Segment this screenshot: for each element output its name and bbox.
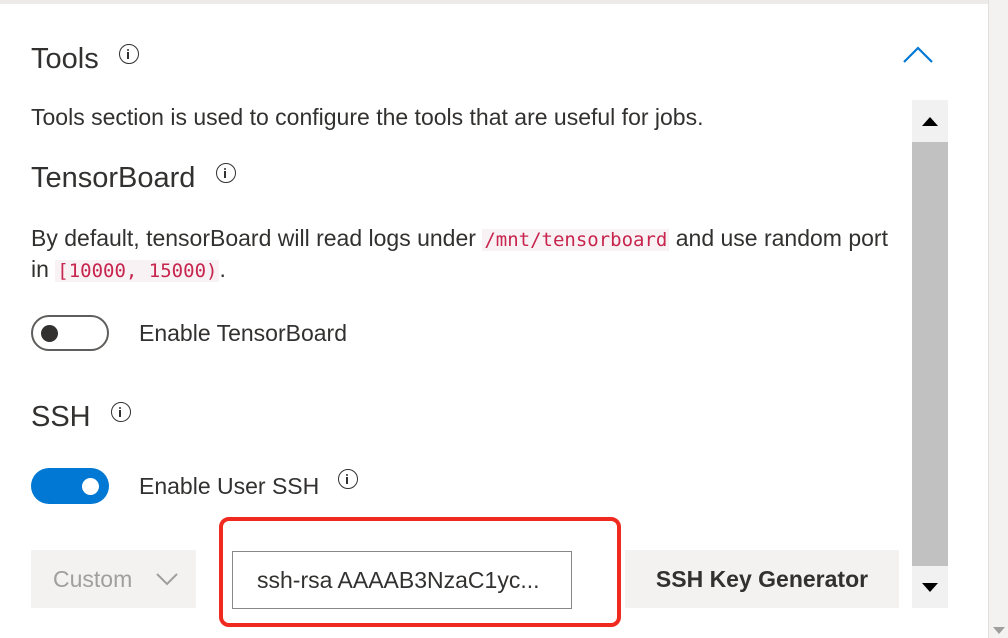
- enable-user-ssh-toggle[interactable]: [31, 468, 109, 504]
- tools-section-title: Tools: [31, 40, 139, 78]
- tools-description: Tools section is used to configure the t…: [31, 104, 704, 130]
- ssh-title-text: SSH: [31, 401, 91, 433]
- tensorboard-port-range: [10000, 15000): [55, 260, 220, 282]
- tensorboard-title-text: TensorBoard: [31, 162, 196, 194]
- ssh-section-title: SSH: [31, 398, 131, 436]
- content-scrollbar[interactable]: [912, 100, 948, 608]
- tensorboard-section-title: TensorBoard: [31, 159, 236, 197]
- toggle-knob: [41, 325, 58, 342]
- enable-tensorboard-toggle[interactable]: [31, 315, 109, 351]
- enable-user-ssh-text: Enable User SSH: [139, 473, 320, 499]
- scroll-thumb[interactable]: [912, 142, 948, 566]
- chevron-down-icon: [156, 573, 178, 586]
- chevron-up-icon: [903, 46, 933, 63]
- info-icon[interactable]: [118, 44, 139, 64]
- scroll-up-arrow-icon[interactable]: [912, 100, 948, 140]
- top-divider: [0, 0, 988, 4]
- enable-user-ssh-label: Enable User SSH: [139, 469, 358, 501]
- info-icon[interactable]: [215, 163, 236, 183]
- highlight-annotation-box: [219, 517, 621, 627]
- tensorboard-desc-text: By default, tensorBoard will read logs u…: [31, 225, 483, 251]
- info-icon[interactable]: [337, 469, 358, 489]
- outer-scroll-down-icon[interactable]: [993, 627, 1005, 634]
- ssh-key-generator-button[interactable]: SSH Key Generator: [625, 550, 899, 608]
- tools-title-text: Tools: [31, 43, 99, 75]
- tensorboard-desc-text: .: [219, 256, 226, 282]
- tensorboard-description: By default, tensorBoard will read logs u…: [31, 224, 911, 286]
- enable-tensorboard-label: Enable TensorBoard: [139, 320, 347, 346]
- outer-scrollbar[interactable]: [988, 0, 1008, 638]
- collapse-section-button[interactable]: [902, 42, 934, 70]
- dropdown-selected-value: Custom: [53, 566, 133, 592]
- info-icon[interactable]: [110, 402, 131, 422]
- tensorboard-log-path: /mnt/tensorboard: [482, 229, 670, 251]
- toggle-knob: [82, 478, 99, 495]
- ssh-key-source-dropdown[interactable]: Custom: [31, 550, 196, 608]
- scroll-down-arrow-icon[interactable]: [912, 568, 948, 608]
